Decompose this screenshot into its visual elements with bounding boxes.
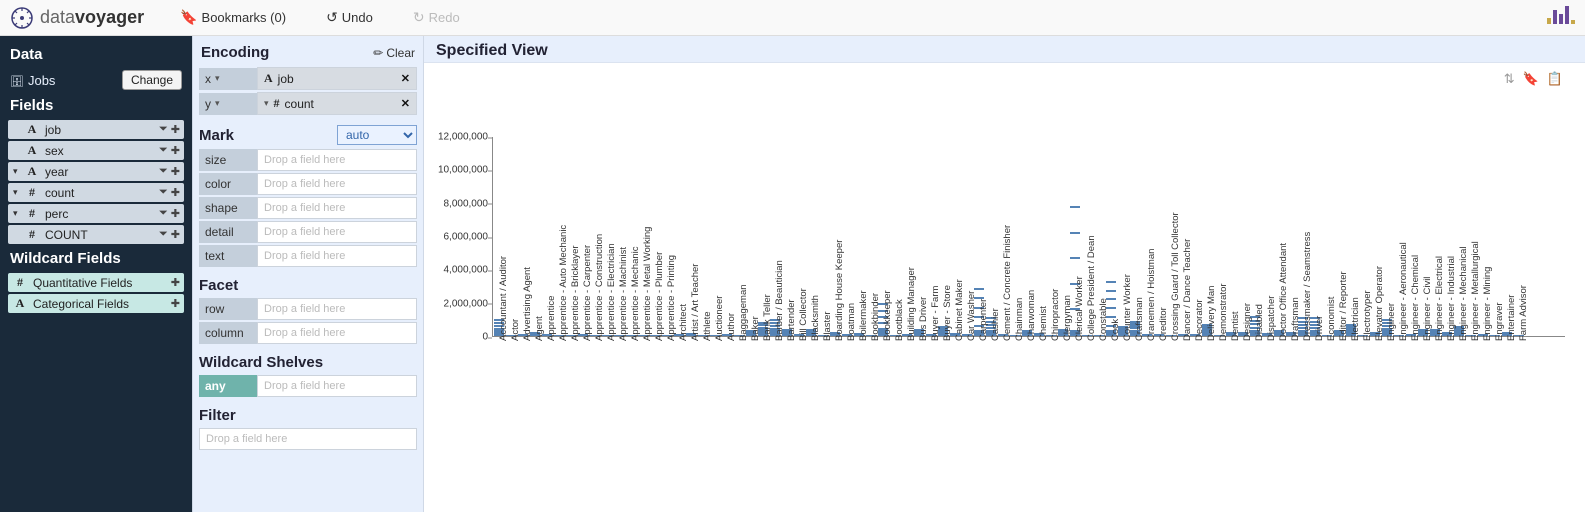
row-channel-row[interactable]: rowDrop a field here <box>199 298 417 320</box>
chart-container: count 02,000,0004,000,0006,000,0008,000,… <box>424 87 1585 512</box>
field-pill-count[interactable]: #COUNT⏷✚ <box>8 225 184 244</box>
size-channel-row[interactable]: sizeDrop a field here <box>199 149 417 171</box>
mark-select[interactable]: auto <box>337 125 417 145</box>
filter-icon[interactable]: ⏷ <box>159 123 168 136</box>
copy-icon[interactable]: 📋 <box>1547 71 1563 87</box>
redo-button[interactable]: ↻ Redo <box>413 9 460 26</box>
filter-icon[interactable]: ⏷ <box>159 165 168 178</box>
add-icon[interactable]: ✚ <box>171 207 180 220</box>
app-logo: datavoyager <box>10 6 144 30</box>
bookmark-icon: 🔖 <box>180 9 197 26</box>
text-channel-row[interactable]: textDrop a field here <box>199 245 417 267</box>
any-slot[interactable]: Drop a field here <box>257 375 417 397</box>
size-slot[interactable]: Drop a field here <box>257 149 417 171</box>
add-icon[interactable]: ✚ <box>171 144 180 157</box>
encoding-panel: Encoding ✏ Clear x▾ Ajob ✕ y▾ ▾#count ✕ <box>192 36 424 512</box>
detail-slot[interactable]: Drop a field here <box>257 221 417 243</box>
color-channel-row[interactable]: colorDrop a field here <box>199 173 417 195</box>
undo-icon: ↺ <box>326 9 338 26</box>
encoding-heading: Encoding <box>201 44 269 61</box>
chevron-down-icon: ▾ <box>215 73 220 84</box>
wildcard-field-pill[interactable]: #Quantitative Fields✚ <box>8 273 184 292</box>
add-icon[interactable]: ✚ <box>171 123 180 136</box>
filter-slot[interactable]: Drop a field here <box>199 428 417 450</box>
color-slot[interactable]: Drop a field here <box>257 173 417 195</box>
y-channel-row[interactable]: y▾ ▾#count ✕ <box>199 92 417 115</box>
detail-channel-row[interactable]: detailDrop a field here <box>199 221 417 243</box>
add-icon[interactable]: ✚ <box>171 186 180 199</box>
shape-channel-row[interactable]: shapeDrop a field here <box>199 197 417 219</box>
database-icon: 🗄 <box>10 76 24 88</box>
field-pill-sex[interactable]: Asex⏷✚ <box>8 141 184 160</box>
view-title: Specified View <box>436 42 548 60</box>
field-pill-perc[interactable]: ▾#perc⏷✚ <box>8 204 184 223</box>
clear-button[interactable]: ✏ Clear <box>373 46 415 60</box>
bookmarks-button[interactable]: 🔖 Bookmarks (0) <box>180 9 286 26</box>
filter-icon[interactable]: ⏷ <box>159 144 168 157</box>
y-tick-label: 2,000,000 <box>434 298 488 309</box>
remove-y-button[interactable]: ✕ <box>401 97 410 110</box>
app-header: datavoyager 🔖 Bookmarks (0) ↺ Undo ↻ Red… <box>0 0 1585 36</box>
filter-icon[interactable]: ⏷ <box>159 228 168 241</box>
add-icon[interactable]: ✚ <box>171 165 180 178</box>
add-icon[interactable]: ✚ <box>171 228 180 241</box>
filter-icon[interactable]: ⏷ <box>159 207 168 220</box>
add-icon[interactable]: ✚ <box>171 297 180 310</box>
field-pill-job[interactable]: Ajob⏷✚ <box>8 120 184 139</box>
y-tick-label: 10,000,000 <box>434 165 488 176</box>
y-channel-slot[interactable]: ▾#count ✕ <box>257 92 417 115</box>
change-dataset-button[interactable]: Change <box>122 70 182 90</box>
x-channel-row[interactable]: x▾ Ajob ✕ <box>199 67 417 90</box>
add-icon[interactable]: ✚ <box>171 276 180 289</box>
shape-slot[interactable]: Drop a field here <box>257 197 417 219</box>
idl-logo <box>1547 6 1575 24</box>
fields-list: Ajob⏷✚ Asex⏷✚ ▾Ayear⏷✚ ▾#count⏷✚ ▾#perc⏷✚ #CO… <box>0 118 192 246</box>
remove-x-button[interactable]: ✕ <box>401 72 410 85</box>
dataset-row: 🗄Jobs Change <box>0 67 192 93</box>
main-view: Specified View ⇅ 🔖 📋 count 02,000,0004,0… <box>424 36 1585 512</box>
wildcard-field-pill[interactable]: ACategorical Fields✚ <box>8 294 184 313</box>
facet-heading: Facet <box>199 277 417 294</box>
eraser-icon: ✏ <box>373 46 383 60</box>
field-pill-count[interactable]: ▾#count⏷✚ <box>8 183 184 202</box>
field-pill-year[interactable]: ▾Ayear⏷✚ <box>8 162 184 181</box>
fields-heading: Fields <box>0 93 192 118</box>
redo-icon: ↻ <box>413 9 425 26</box>
row-slot[interactable]: Drop a field here <box>257 298 417 320</box>
compass-icon <box>10 6 34 30</box>
y-tick-label: 6,000,000 <box>434 232 488 243</box>
y-tick-label: 4,000,000 <box>434 265 488 276</box>
column-channel-row[interactable]: columnDrop a field here <box>199 322 417 344</box>
filter-icon[interactable]: ⏷ <box>159 186 168 199</box>
undo-button[interactable]: ↺ Undo <box>326 9 373 26</box>
column-slot[interactable]: Drop a field here <box>257 322 417 344</box>
wildcard-fields-list: #Quantitative Fields✚ ACategorical Fields… <box>0 271 192 315</box>
sort-icon[interactable]: ⇅ <box>1504 71 1515 87</box>
y-tick-label: 12,000,000 <box>434 132 488 143</box>
x-channel-slot[interactable]: Ajob ✕ <box>257 67 417 90</box>
bookmark-view-icon[interactable]: 🔖 <box>1523 71 1539 87</box>
any-channel-row[interactable]: anyDrop a field here <box>199 375 417 397</box>
y-tick-label: 8,000,000 <box>434 198 488 209</box>
y-tick-label: 0 <box>434 332 488 343</box>
text-slot[interactable]: Drop a field here <box>257 245 417 267</box>
data-heading: Data <box>0 42 192 67</box>
wildcard-shelves-heading: Wildcard Shelves <box>199 354 417 371</box>
chevron-down-icon: ▾ <box>215 98 220 109</box>
data-sidebar: Data 🗄Jobs Change Fields Ajob⏷✚ Asex⏷✚ ▾Ay… <box>0 36 192 512</box>
wildcard-fields-heading: Wildcard Fields <box>0 246 192 271</box>
filter-heading: Filter <box>199 407 417 424</box>
mark-heading: Mark <box>199 127 234 144</box>
